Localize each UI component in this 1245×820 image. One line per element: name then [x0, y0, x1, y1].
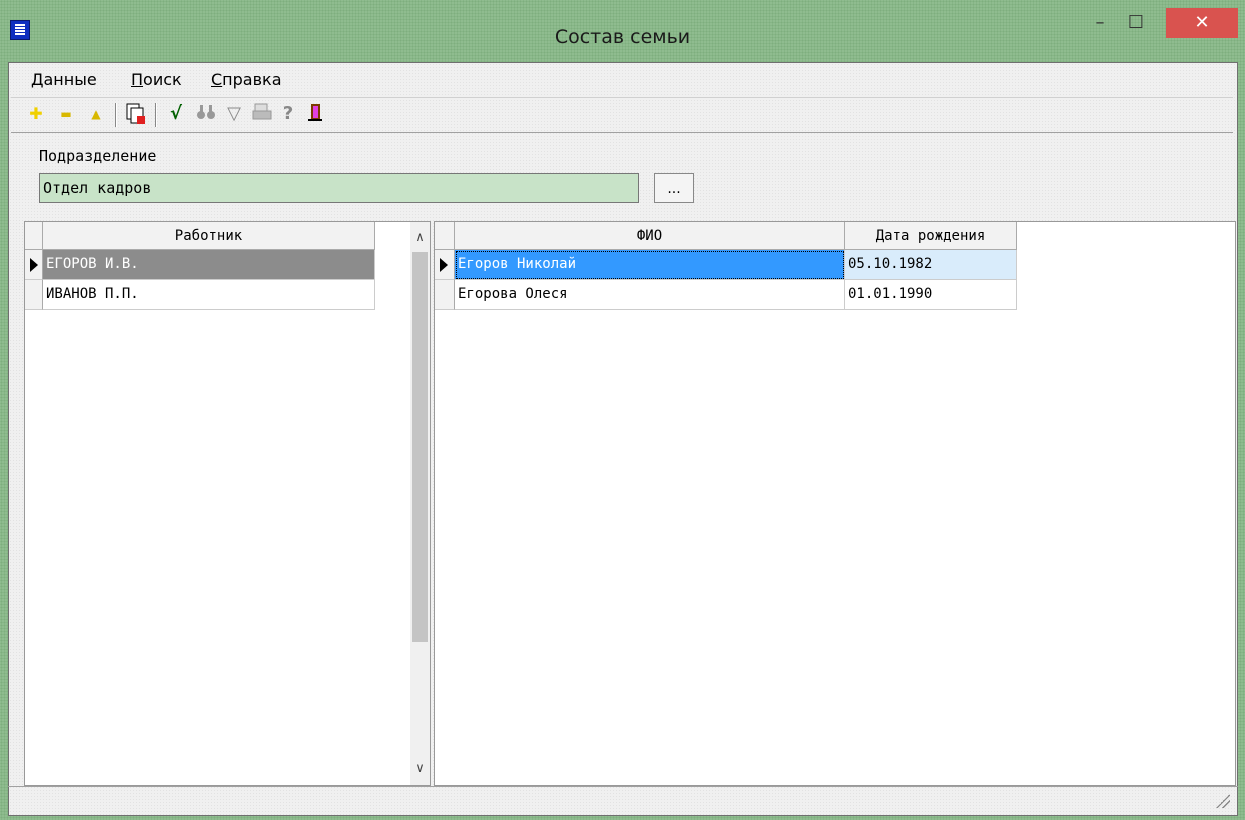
birthdate-cell[interactable]: 05.10.1982	[845, 250, 1017, 280]
help-icon[interactable]: ?	[275, 101, 301, 127]
department-field[interactable]: Отдел кадров	[39, 173, 639, 203]
family-name-cell[interactable]: Егоров Николай	[455, 250, 845, 280]
status-bar	[8, 786, 1238, 814]
close-button[interactable]: ✕	[1166, 8, 1238, 38]
department-browse-button[interactable]: ...	[654, 173, 694, 203]
row-indicator	[25, 280, 43, 310]
employee-cell[interactable]: ИВАНОВ П.П.	[43, 280, 375, 310]
find-icon[interactable]	[193, 101, 219, 127]
row-indicator	[435, 280, 455, 310]
scroll-up-icon[interactable]: ∧	[410, 226, 430, 250]
resize-grip-icon[interactable]	[1216, 794, 1230, 808]
birthdate-cell[interactable]: 01.01.1990	[845, 280, 1017, 310]
toolbar-separator	[115, 103, 117, 127]
window-title: Состав семьи	[554, 26, 691, 48]
app-window: Состав семьи – ☐ ✕ Данные Поиск Справка …	[0, 0, 1245, 820]
table-row[interactable]: Егоров Николай 05.10.1982	[435, 250, 1017, 280]
scroll-down-icon[interactable]: ∨	[410, 757, 430, 781]
table-row[interactable]: ИВАНОВ П.П.	[25, 280, 375, 310]
family-grid[interactable]: ФИО Дата рождения Егоров Николай 05.10.1…	[434, 221, 1236, 786]
menu-help[interactable]: Справка	[211, 70, 282, 89]
menu-data[interactable]: Данные	[31, 70, 97, 89]
menu-bar: Данные Поиск Справка	[9, 63, 1237, 95]
add-record-icon[interactable]: ✚	[23, 101, 49, 127]
grid-indicator-header	[435, 222, 455, 250]
employee-grid[interactable]: Работник ЕГОРОВ И.В. ИВАНОВ П.П. ∧ ∨	[24, 221, 431, 786]
table-row[interactable]: Егорова Олеся 01.01.1990	[435, 280, 1017, 310]
toolbar-separator	[155, 103, 157, 127]
print-icon[interactable]	[249, 101, 275, 127]
edit-record-icon[interactable]: ▲	[83, 101, 109, 127]
employee-scrollbar[interactable]: ∧ ∨	[410, 222, 430, 785]
employee-cell[interactable]: ЕГОРОВ И.В.	[43, 250, 375, 280]
delete-record-icon[interactable]: ▬	[53, 101, 79, 127]
grid-indicator-header	[25, 222, 43, 250]
minimize-button[interactable]: –	[1082, 8, 1118, 38]
department-label: Подразделение	[39, 147, 157, 165]
column-header-birthdate[interactable]: Дата рождения	[845, 222, 1017, 250]
maximize-button[interactable]: ☐	[1118, 8, 1154, 38]
title-bar[interactable]: Состав семьи – ☐ ✕	[0, 0, 1245, 62]
row-indicator	[25, 250, 43, 280]
row-indicator	[435, 250, 455, 280]
column-header-name[interactable]: ФИО	[455, 222, 845, 250]
client-area: Данные Поиск Справка ✚ ▬ ▲ √ ▽ ? Подразд…	[8, 62, 1238, 816]
family-name-cell[interactable]: Егорова Олеся	[455, 280, 845, 310]
scroll-thumb[interactable]	[412, 252, 428, 642]
toolbar: ✚ ▬ ▲ √ ▽ ?	[11, 97, 1233, 133]
exit-icon[interactable]	[303, 101, 329, 127]
table-row[interactable]: ЕГОРОВ И.В.	[25, 250, 375, 280]
copy-record-icon[interactable]	[123, 101, 149, 127]
filter-icon[interactable]: ▽	[221, 101, 247, 127]
menu-search[interactable]: Поиск	[131, 70, 182, 89]
column-header-employee[interactable]: Работник	[43, 222, 375, 250]
check-icon[interactable]: √	[163, 101, 189, 127]
